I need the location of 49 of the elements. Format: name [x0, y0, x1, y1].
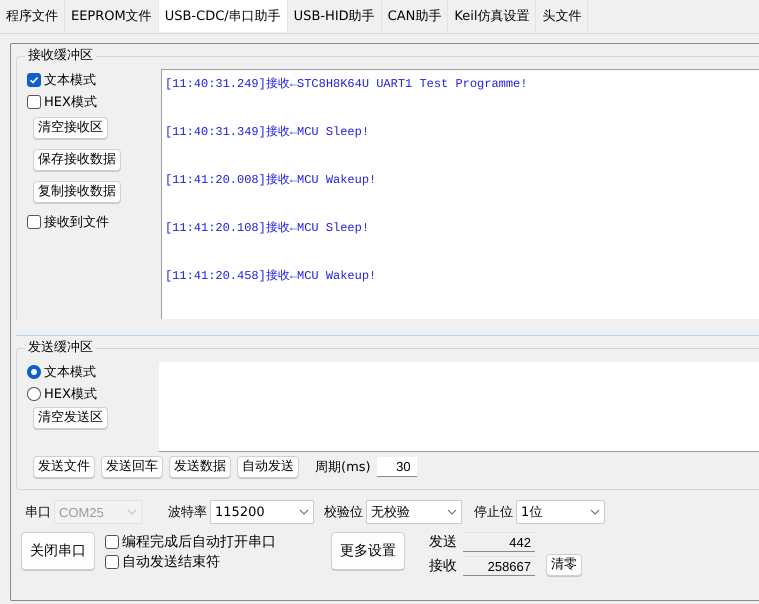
counter-label: 发送: [429, 533, 457, 552]
chevron-down-icon: [299, 509, 309, 515]
checkbox-label: 编程完成后自动打开串口: [122, 533, 276, 551]
radio-button[interactable]: [27, 365, 41, 379]
button[interactable]: 自动发送: [237, 456, 299, 478]
field-label: 校验位: [324, 504, 363, 521]
field-label: 停止位: [474, 504, 513, 521]
log-line: [11:40:31.249]接收←STC8H8K64U UART1 Test Programme!: [165, 76, 528, 93]
button[interactable]: 保存接收数据: [33, 149, 121, 171]
radio-label: HEX模式: [44, 386, 97, 403]
chevron-down-icon: [590, 509, 600, 515]
radio-label: 文本模式: [44, 364, 96, 381]
counter-value: 258667: [463, 556, 535, 576]
button[interactable]: 复制接收数据: [33, 181, 121, 203]
checkbox[interactable]: [27, 215, 41, 229]
button[interactable]: 发送文件: [33, 456, 95, 478]
dropdown[interactable]: 1位: [516, 500, 605, 524]
checkbox[interactable]: [27, 73, 41, 87]
checkbox[interactable]: [105, 535, 119, 549]
checkbox[interactable]: [105, 555, 119, 569]
button[interactable]: 发送回车: [101, 456, 163, 478]
checkbox-label: HEX模式: [44, 94, 97, 111]
checkbox-label: 文本模式: [44, 72, 96, 89]
tab[interactable]: USB-CDC/串口助手: [158, 0, 288, 32]
check-icon: [29, 75, 39, 85]
counter-label: 接收: [429, 557, 457, 576]
chevron-down-icon: [447, 509, 457, 515]
period-input[interactable]: 30: [376, 457, 417, 477]
field-label: 串口: [25, 504, 51, 521]
checkbox[interactable]: [27, 95, 41, 109]
log-line: [11:41:20.108]接收←MCU Sleep!: [165, 220, 370, 237]
close-port-button[interactable]: 关闭串口: [21, 532, 95, 570]
reset-button[interactable]: 清零: [546, 554, 582, 576]
dropdown[interactable]: 115200: [210, 500, 314, 524]
more-settings-button[interactable]: 更多设置: [331, 532, 405, 570]
field-label: 波特率: [168, 504, 207, 521]
log-line: [11:40:31.349]接收←MCU Sleep!: [165, 124, 370, 141]
dropdown[interactable]: 无校验: [366, 500, 462, 524]
period-label: 周期(ms): [315, 459, 371, 476]
chevron-down-icon: [127, 509, 137, 515]
checkbox-label: 接收到文件: [44, 214, 109, 231]
clear-send-button[interactable]: 清空发送区: [33, 407, 108, 429]
log-line: [11:41:20.458]接收←MCU Wakeup!: [165, 268, 378, 285]
checkbox-label: 自动发送结束符: [122, 553, 220, 571]
counter-value: 442: [463, 532, 535, 552]
radio-button[interactable]: [27, 387, 41, 401]
button[interactable]: 发送数据: [169, 456, 231, 478]
button[interactable]: 清空接收区: [33, 117, 108, 139]
log-line: [11:41:20.008]接收←MCU Wakeup!: [165, 172, 378, 189]
